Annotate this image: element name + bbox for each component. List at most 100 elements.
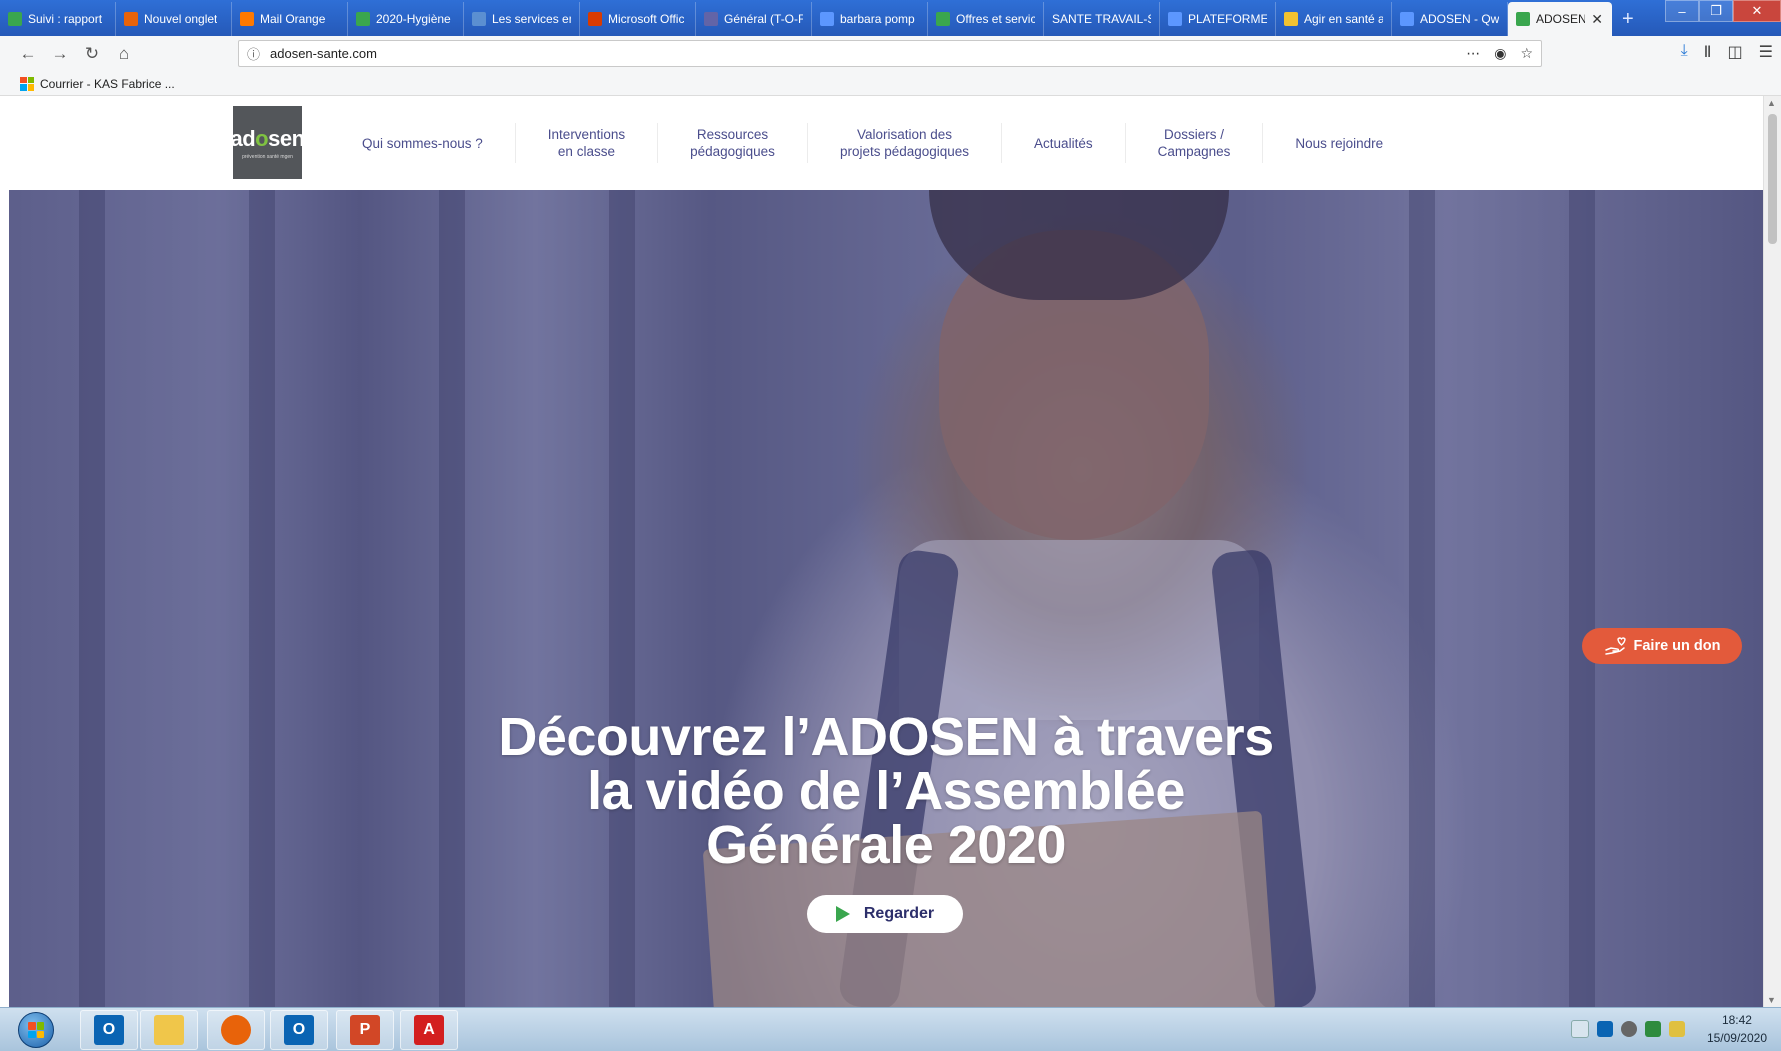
green-plus-icon — [356, 12, 370, 26]
outlook-icon: O — [94, 1015, 124, 1045]
tab-label: 2020-Hygiène — [376, 12, 451, 26]
logo-word-left: ad — [230, 125, 256, 151]
page-scrollbar[interactable]: ▲ ▼ — [1763, 96, 1781, 1007]
microsoft-logo-icon — [20, 76, 34, 91]
green-plus-icon — [936, 12, 950, 26]
browser-tab[interactable]: Mail Orange — [232, 2, 348, 36]
browser-tab[interactable]: Offres et servic — [928, 2, 1044, 36]
tab-label: PLATEFORME — [1188, 12, 1267, 26]
windows-logo-icon — [28, 1022, 44, 1038]
volume-icon[interactable] — [1570, 1020, 1589, 1038]
page-actions-icon[interactable]: ⋯ — [1466, 45, 1480, 62]
bookmarks-bar: Courrier - KAS Fabrice ... — [0, 72, 1781, 96]
tab-label: Nouvel onglet — [144, 12, 218, 26]
browser-tab[interactable]: 2020-Hygiène — [348, 2, 464, 36]
nav-actualites[interactable]: Actualités — [1002, 123, 1126, 163]
download-icon[interactable]: ⤓ — [1681, 42, 1688, 62]
outlook-icon: O — [284, 1015, 314, 1045]
folder-icon — [154, 1015, 184, 1045]
donate-button[interactable]: Faire un don — [1582, 628, 1742, 664]
page-icon — [472, 12, 486, 26]
hero-title: Découvrez l’ADOSEN à travers la vidéo de… — [498, 707, 1274, 875]
qwant-icon — [1168, 12, 1182, 26]
clock-date: 15/09/2020 — [1706, 1031, 1767, 1045]
tab-label: Les services en — [492, 12, 571, 26]
logo-tagline: prévention santé mgen — [242, 153, 293, 160]
tab-label: Offres et servic — [956, 12, 1035, 26]
taskbar-app-outlook[interactable]: O — [80, 1010, 138, 1050]
green-plus-icon — [8, 12, 22, 26]
watch-video-label: Regarder — [863, 905, 935, 922]
library-icon[interactable]: Ⅱ — [1704, 42, 1712, 62]
new-tab-button[interactable]: + — [1612, 2, 1644, 36]
sidebar-icon[interactable]: ◫ — [1728, 42, 1743, 62]
back-arrow-icon[interactable]: ← — [14, 40, 42, 68]
notification-icon[interactable] — [1668, 1021, 1685, 1037]
start-button[interactable] — [18, 1012, 54, 1048]
main-navigation: Qui sommes-nous ? Interventions en class… — [330, 96, 1415, 190]
tab-label: Microsoft Offic — [608, 12, 685, 26]
reload-icon[interactable]: ↻ — [78, 40, 106, 68]
minimize-button[interactable]: – — [1665, 0, 1699, 22]
scroll-up-icon[interactable]: ▲ — [1767, 98, 1776, 108]
nav-nous-rejoindre[interactable]: Nous rejoindre — [1263, 123, 1415, 163]
powerpoint-icon: P — [350, 1015, 380, 1045]
browser-tab[interactable]: ADOSEN - S ✕ — [1508, 2, 1612, 36]
network-icon[interactable] — [1620, 1021, 1637, 1037]
browser-tab[interactable]: Microsoft Offic — [580, 2, 696, 36]
browser-tab[interactable]: Agir en santé a — [1276, 2, 1392, 36]
url-text: adosen-sante.com — [270, 46, 377, 61]
tab-label: Suivi : rapport — [28, 12, 103, 26]
hero-overlay — [9, 190, 1763, 1007]
outlook-tray-icon[interactable] — [1596, 1021, 1613, 1037]
adosen-logo[interactable]: adosen prévention santé mgen — [230, 106, 305, 179]
tab-label: Mail Orange — [260, 12, 326, 26]
system-tray: 18:42 15/09/2020 — [1570, 1011, 1767, 1047]
close-window-button[interactable]: ✕ — [1733, 0, 1781, 22]
watch-video-button[interactable]: Regarder — [807, 895, 963, 933]
firefox-icon — [221, 1015, 251, 1045]
scroll-down-icon[interactable]: ▼ — [1767, 995, 1776, 1005]
taskbar-app-acrobat[interactable]: A — [400, 1010, 458, 1050]
address-bar[interactable]: ⓘ adosen-sante.com ⋯ ◉ ☆ — [238, 40, 1542, 67]
taskbar-app-explorer[interactable] — [140, 1010, 198, 1050]
browser-tab[interactable]: PLATEFORME — [1160, 2, 1276, 36]
taskbar-app-outlook2[interactable]: O — [270, 1010, 328, 1050]
nav-valorisation[interactable]: Valorisation des projets pédagogiques — [808, 123, 1003, 163]
browser-tab[interactable]: ADOSEN - Qw — [1392, 2, 1508, 36]
nav-interventions[interactable]: Interventions en classe — [516, 123, 659, 163]
close-tab-icon[interactable]: ✕ — [1591, 11, 1603, 28]
adosen-icon — [1516, 12, 1530, 26]
home-icon[interactable]: ⌂ — [110, 40, 138, 68]
teams-icon — [704, 12, 718, 26]
browser-tab[interactable]: Nouvel onglet — [116, 2, 232, 36]
tab-label: ADOSEN - Qw — [1420, 12, 1499, 26]
nav-dossiers[interactable]: Dossiers / Campagnes — [1126, 123, 1264, 163]
menu-icon[interactable]: ☰ — [1759, 42, 1773, 62]
info-icon[interactable]: ⓘ — [247, 44, 260, 63]
bookmark-star-icon[interactable]: ☆ — [1520, 45, 1533, 62]
forward-arrow-icon[interactable]: → — [46, 40, 74, 68]
window-controls: – ❐ ✕ — [1665, 0, 1781, 36]
browser-tab[interactable]: Général (T-O-F — [696, 2, 812, 36]
browser-tab[interactable]: Suivi : rapport — [0, 2, 116, 36]
bookmark-courrier[interactable]: Courrier - KAS Fabrice ... — [40, 77, 175, 91]
nav-qui-sommes-nous[interactable]: Qui sommes-nous ? — [330, 123, 516, 163]
taskbar-app-powerpoint[interactable]: P — [336, 1010, 394, 1050]
restore-button[interactable]: ❐ — [1699, 0, 1733, 22]
browser-tab[interactable]: barbara pomp — [812, 2, 928, 36]
donate-label: Faire un don — [1633, 638, 1721, 654]
logo-word-o: o — [255, 125, 269, 151]
clock[interactable]: 18:42 15/09/2020 — [1707, 1011, 1767, 1047]
nav-ressources[interactable]: Ressources pédagogiques — [658, 123, 808, 163]
browser-tab[interactable]: SANTE TRAVAIL-St — [1044, 2, 1160, 36]
pocket-icon[interactable]: ◉ — [1494, 45, 1506, 62]
clock-time: 18:42 — [1721, 1013, 1752, 1027]
scroll-thumb[interactable] — [1768, 114, 1777, 244]
security-icon[interactable] — [1644, 1021, 1661, 1037]
play-icon — [835, 906, 850, 922]
taskbar-app-firefox[interactable] — [207, 1010, 265, 1050]
qwant-icon — [1400, 12, 1414, 26]
browser-tab[interactable]: Les services en — [464, 2, 580, 36]
tab-label: Général (T-O-F — [724, 12, 803, 26]
